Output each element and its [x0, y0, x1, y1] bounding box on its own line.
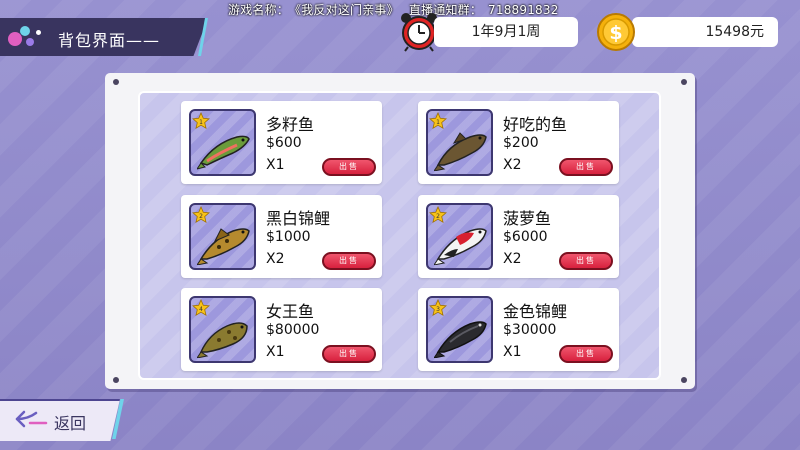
star-rank-icon: 1	[429, 112, 447, 130]
item-quantity: X2	[503, 157, 522, 173]
screw-icon	[681, 79, 687, 85]
stream-overlay-text: 游戏名称： 《我反对这门亲事》 直播通知群： 718891832	[228, 1, 565, 18]
back-arrow-icon	[15, 410, 48, 428]
fish-icon	[197, 135, 250, 170]
screw-icon	[681, 377, 687, 383]
item-name: 好吃的鱼	[503, 115, 568, 134]
star-rank-icon: 2	[429, 206, 447, 224]
item-name: 多籽鱼	[266, 115, 315, 134]
item-quantity: X1	[266, 157, 285, 173]
item-card[interactable]: 4 女王鱼 $80000 X1 出售	[181, 288, 382, 371]
back-label[interactable]: 返回	[54, 410, 86, 434]
item-card[interactable]: 2 菠萝鱼 $6000 X2 出售	[418, 195, 619, 278]
item-price: $1000	[266, 229, 311, 245]
svg-text:$: $	[609, 22, 622, 44]
star-rank-icon: 2	[192, 206, 210, 224]
sell-button[interactable]: 出售	[559, 158, 613, 176]
money-display: 15498元	[632, 17, 778, 47]
item-quantity: X2	[503, 251, 522, 267]
bubbles-icon	[8, 26, 48, 50]
item-card[interactable]: 3 金色锦鲤 $30000 X1 出售	[418, 288, 619, 371]
svg-text:2: 2	[436, 213, 440, 220]
svg-text:1: 1	[436, 119, 440, 126]
screw-icon	[113, 377, 119, 383]
svg-text:3: 3	[436, 306, 440, 313]
star-rank-icon: 3	[429, 299, 447, 317]
item-name: 金色锦鲤	[503, 302, 568, 321]
sell-button[interactable]: 出售	[559, 345, 613, 363]
item-quantity: X2	[266, 251, 285, 267]
sell-button[interactable]: 出售	[322, 252, 376, 270]
screw-icon	[113, 79, 119, 85]
item-price: $30000	[503, 322, 557, 338]
game-name-label: 游戏名称：	[228, 3, 290, 17]
svg-text:1: 1	[199, 119, 203, 126]
fish-icon	[434, 132, 487, 171]
star-rank-icon: 1	[192, 112, 210, 130]
fish-icon	[197, 322, 248, 358]
item-name: 女王鱼	[266, 302, 315, 321]
svg-text:2: 2	[199, 213, 203, 220]
star-rank-icon: 4	[192, 299, 210, 317]
item-card[interactable]: 1 好吃的鱼 $200 X2 出售	[418, 101, 619, 184]
sell-button[interactable]: 出售	[322, 345, 376, 363]
coin-icon: $	[597, 13, 635, 51]
sell-button[interactable]: 出售	[559, 252, 613, 270]
group-value: 718891832	[488, 3, 559, 17]
fish-icon	[197, 228, 250, 265]
date-display: 1年9月1周	[434, 17, 578, 47]
page-title: 背包界面——	[58, 31, 161, 50]
game-name-value: 《我反对这门亲事》	[295, 3, 399, 17]
fish-icon	[434, 228, 487, 265]
svg-text:4: 4	[199, 306, 203, 313]
item-card[interactable]: 2 黑白锦鲤 $1000 X2 出售	[181, 195, 382, 278]
item-quantity: X1	[503, 344, 522, 360]
item-price: $200	[503, 135, 539, 151]
item-quantity: X1	[266, 344, 285, 360]
sell-button[interactable]: 出售	[322, 158, 376, 176]
item-price: $600	[266, 135, 302, 151]
item-price: $80000	[266, 322, 320, 338]
item-price: $6000	[503, 229, 548, 245]
item-name: 菠萝鱼	[503, 209, 552, 228]
fish-icon	[434, 321, 487, 358]
item-card[interactable]: 1 多籽鱼 $600 X1 出售	[181, 101, 382, 184]
item-name: 黑白锦鲤	[266, 209, 331, 228]
